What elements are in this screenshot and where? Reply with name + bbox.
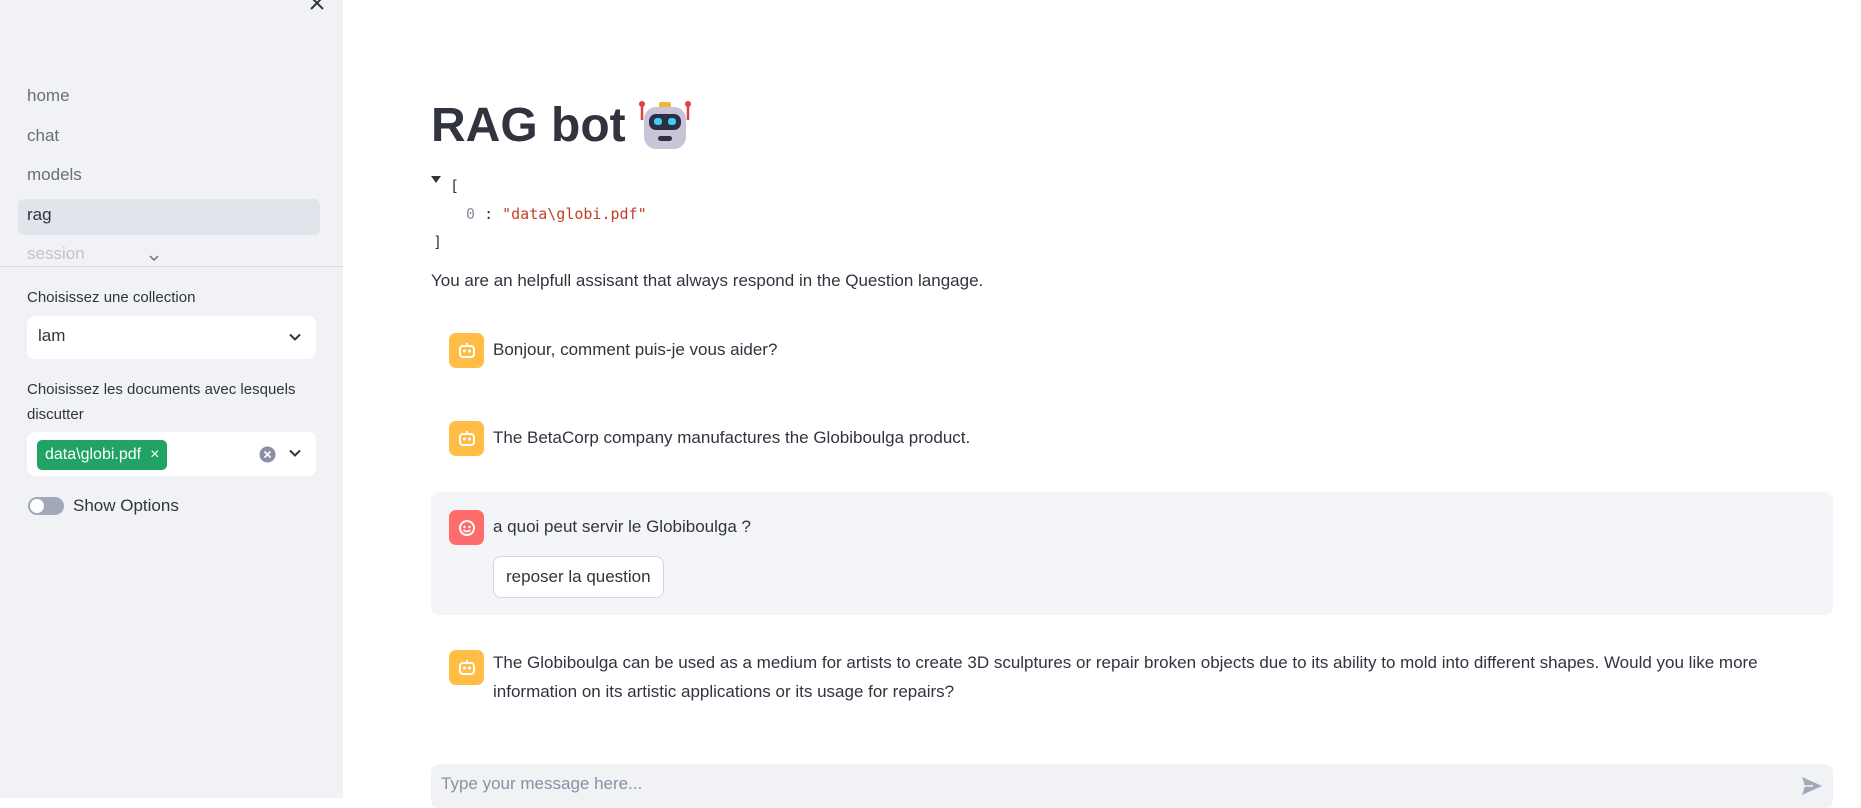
smiley-icon <box>458 519 475 536</box>
bot-avatar <box>449 421 484 456</box>
nav-item-home[interactable]: home <box>18 80 320 116</box>
collection-label: Choisissez une collection <box>27 289 196 306</box>
page-title-text: RAG bot <box>431 99 626 152</box>
chat-message-assistant: Bonjour, comment puis-je vous aider? <box>431 330 1833 374</box>
chevron-down-icon <box>289 333 301 341</box>
sidebar-nav: home chat models rag session <box>18 80 320 278</box>
chat-input[interactable] <box>441 774 1771 794</box>
json-entry: 0 : "data\globi.pdf" <box>433 200 647 228</box>
nav-item-rag[interactable]: rag <box>18 198 320 235</box>
documents-multiselect[interactable]: data\globi.pdf × <box>27 432 316 476</box>
json-colon: : <box>484 205 494 223</box>
sidebar: home chat models rag session Choisissez … <box>0 0 343 798</box>
message-text: Bonjour, comment puis-je vous aider? <box>493 340 778 359</box>
show-options-label: Show Options <box>73 496 179 515</box>
json-value: "data\globi.pdf" <box>502 205 647 223</box>
nav-expand-chevron-icon[interactable] <box>147 251 161 265</box>
chat-message-assistant: The BetaCorp company manufactures the Gl… <box>431 418 1833 462</box>
user-avatar <box>449 510 484 545</box>
collection-select-value: lam <box>38 326 66 345</box>
robot-icon <box>458 659 475 675</box>
json-close-bracket: ] <box>433 233 443 251</box>
send-icon[interactable] <box>1801 776 1823 796</box>
chat-message-assistant: The Globiboulga can be used as a medium … <box>431 648 1833 714</box>
chat-input-bar <box>431 764 1833 808</box>
nav-item-session[interactable]: session <box>18 238 320 274</box>
menu-corner-icon[interactable] <box>1839 0 1849 4</box>
close-sidebar-icon[interactable] <box>306 0 328 14</box>
message-text: The Globiboulga can be used as a medium … <box>493 653 1758 701</box>
show-options-toggle[interactable]: Show Options <box>28 496 179 516</box>
nav-item-models[interactable]: models <box>18 159 320 195</box>
system-prompt-text: You are an helpfull assisant that always… <box>431 271 984 290</box>
document-tag-label: data\globi.pdf <box>45 446 142 463</box>
bot-avatar <box>449 650 484 685</box>
nav-item-chat[interactable]: chat <box>18 120 320 156</box>
bot-avatar <box>449 333 484 368</box>
json-viewer: [ 0 : "data\globi.pdf" ] <box>431 172 647 256</box>
main-content: RAG bot [ 0 : "data\globi.pdf" ] You are… <box>343 0 1861 808</box>
robot-icon <box>458 430 475 446</box>
documents-label: Choisissez les documents avec lesquels d… <box>27 381 296 423</box>
json-index: 0 <box>466 205 476 223</box>
collection-select[interactable]: lam <box>27 316 316 359</box>
chat-message-user: a quoi peut servir le Globiboulga ? repo… <box>431 492 1833 615</box>
sidebar-divider <box>0 266 343 267</box>
message-text: The BetaCorp company manufactures the Gl… <box>493 428 971 447</box>
robot-emoji-icon <box>638 100 691 149</box>
robot-icon <box>458 342 475 358</box>
message-text: a quoi peut servir le Globiboulga ? <box>493 517 751 536</box>
page-title: RAG bot <box>431 98 692 153</box>
reask-question-button[interactable]: reposer la question <box>493 556 664 598</box>
toggle-switch[interactable] <box>28 497 64 515</box>
remove-tag-button[interactable]: × <box>150 440 159 470</box>
clear-all-icon[interactable] <box>259 446 276 463</box>
document-tag: data\globi.pdf × <box>37 440 168 470</box>
json-open-bracket: [ <box>450 177 460 195</box>
chevron-down-icon[interactable] <box>288 446 302 460</box>
